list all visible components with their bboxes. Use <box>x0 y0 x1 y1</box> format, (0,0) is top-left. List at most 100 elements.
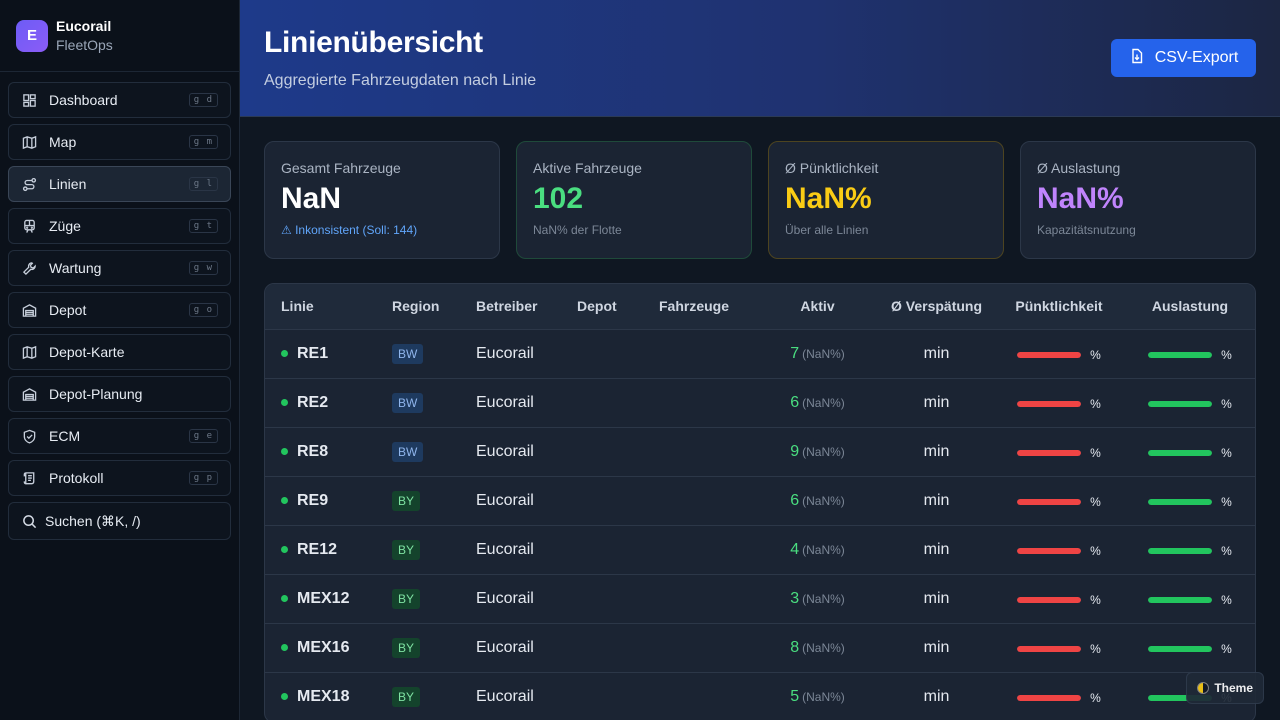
table-row[interactable]: MEX12 BY Eucorail 3 (NaN%) min%% <box>265 574 1255 624</box>
sidebar-item-dashboard[interactable]: Dashboard g d <box>8 82 231 118</box>
table-row[interactable]: MEX16 BY Eucorail 8 (NaN%) min%% <box>265 623 1255 673</box>
sidebar-item-wartung[interactable]: Wartung g w <box>8 250 231 286</box>
table-row[interactable]: RE12 BY Eucorail 4 (NaN%) min%% <box>265 525 1255 575</box>
utilization-value: % <box>1221 592 1232 607</box>
sidebar-item-label: Linien <box>49 176 87 192</box>
col-header-verspaetung[interactable]: Ø Verspätung <box>880 284 993 330</box>
punctuality-value: % <box>1090 690 1101 705</box>
wrench-icon <box>21 260 37 276</box>
utilization-bar <box>1148 351 1213 358</box>
sidebar-item-label: ECM <box>49 428 81 444</box>
status-dot <box>281 399 288 406</box>
page-subtitle: Aggregierte Fahrzeugdaten nach Linie <box>264 72 537 89</box>
keyboard-shortcut: g p <box>188 471 218 485</box>
region-badge: BY <box>392 588 421 609</box>
active-percent: (NaN%) <box>802 689 845 704</box>
sidebar-item-protokoll[interactable]: Protokoll g p <box>8 460 231 496</box>
delay-cell: min <box>880 574 993 624</box>
card-label: Gesamt Fahrzeuge <box>281 160 401 176</box>
main-content: Linienübersicht Aggregierte Fahrzeugdate… <box>240 0 1280 720</box>
sidebar: E Eucorail FleetOps Dashboard g d Map g m Li… <box>0 0 240 720</box>
table-row[interactable]: RE9 BY Eucorail 6 (NaN%) min%% <box>265 476 1255 526</box>
lines-table: Linie Region Betreiber Depot Fahrzeuge A… <box>264 283 1256 720</box>
punctuality-value: % <box>1090 347 1101 362</box>
page-header: Linienübersicht Aggregierte Fahrzeugdate… <box>240 0 1280 117</box>
depot-cell <box>577 672 659 720</box>
line-name: MEX18 <box>297 687 350 705</box>
vehicles-cell <box>659 525 755 575</box>
status-dot <box>281 448 288 455</box>
col-header-aktiv[interactable]: Aktiv <box>755 284 880 330</box>
sidebar-item-label: Depot-Karte <box>49 344 125 360</box>
line-name: RE2 <box>297 393 329 411</box>
map-icon <box>21 134 37 150</box>
search-button[interactable]: Suchen (⌘K, /) <box>8 502 231 540</box>
line-name: RE9 <box>297 491 329 509</box>
active-percent: (NaN%) <box>802 542 845 557</box>
depot-cell <box>577 329 659 379</box>
utilization-value: % <box>1221 641 1232 656</box>
sidebar-item-depot[interactable]: Depot g o <box>8 292 231 328</box>
card-note: NaN% der Flotte <box>533 223 622 237</box>
card-total-vehicles: Gesamt Fahrzeuge NaN ⚠ Inkonsistent (Sol… <box>264 141 500 259</box>
sidebar-item-linien[interactable]: Linien g l <box>8 166 231 202</box>
active-count: 5 <box>790 687 800 705</box>
utilization-value: % <box>1221 396 1232 411</box>
vehicles-cell <box>659 476 755 526</box>
card-label: Aktive Fahrzeuge <box>533 160 642 176</box>
card-value: 102 <box>533 182 584 215</box>
depot-cell <box>577 378 659 428</box>
sidebar-item-ecm[interactable]: ECM g e <box>8 418 231 454</box>
active-count: 6 <box>790 393 800 411</box>
sidebar-item-label: Wartung <box>49 260 102 276</box>
col-header-linie[interactable]: Linie <box>265 284 392 330</box>
app-logo: E <box>16 19 48 52</box>
sidebar-item-depot-karte[interactable]: Depot-Karte <box>8 334 231 370</box>
depot-cell <box>577 427 659 477</box>
card-warning: ⚠ Inkonsistent (Soll: 144) <box>281 223 418 237</box>
csv-export-button[interactable]: CSV-Export <box>1111 39 1256 77</box>
sidebar-item-map[interactable]: Map g m <box>8 124 231 160</box>
col-header-region[interactable]: Region <box>392 284 476 330</box>
punctuality-bar <box>1017 596 1082 603</box>
file-download-icon <box>1129 48 1145 69</box>
punctuality-value: % <box>1090 396 1101 411</box>
line-name: RE1 <box>297 344 329 362</box>
vehicles-cell <box>659 574 755 624</box>
region-badge: BW <box>392 441 424 462</box>
col-header-auslastung[interactable]: Auslastung <box>1125 284 1255 330</box>
table-row[interactable]: RE8 BW Eucorail 9 (NaN%) min%% <box>265 427 1255 477</box>
col-header-betreiber[interactable]: Betreiber <box>476 284 577 330</box>
region-badge: BW <box>392 392 424 413</box>
utilization-value: % <box>1221 445 1232 460</box>
keyboard-shortcut: g l <box>188 177 218 191</box>
card-note: Kapazitätsnutzung <box>1037 223 1136 237</box>
scroll-icon <box>21 470 37 486</box>
sidebar-item-zuege[interactable]: Züge g t <box>8 208 231 244</box>
region-badge: BY <box>392 637 421 658</box>
sidebar-item-label: Züge <box>49 218 81 234</box>
punctuality-bar <box>1017 694 1082 701</box>
depot-cell <box>577 623 659 673</box>
active-percent: (NaN%) <box>802 493 845 508</box>
operator-cell: Eucorail <box>476 476 577 526</box>
operator-cell: Eucorail <box>476 427 577 477</box>
delay-cell: min <box>880 525 993 575</box>
utilization-bar <box>1148 645 1213 652</box>
keyboard-shortcut: g e <box>188 429 218 443</box>
kpi-cards: Gesamt Fahrzeuge NaN ⚠ Inkonsistent (Sol… <box>240 117 1280 259</box>
depot-cell <box>577 574 659 624</box>
table-row[interactable]: MEX18BYEucorail5(NaN%)min%% <box>265 672 1255 720</box>
table-row[interactable]: RE1 BW Eucorail 7 (NaN%) min%% <box>265 329 1255 379</box>
operator-cell: Eucorail <box>476 378 577 428</box>
search-icon <box>21 513 37 529</box>
table-row[interactable]: RE2 BW Eucorail 6 (NaN%) min%% <box>265 378 1255 428</box>
status-dot <box>281 693 288 700</box>
theme-toggle-button[interactable]: Theme <box>1186 672 1264 704</box>
vehicles-cell <box>659 378 755 428</box>
sidebar-item-depot-planung[interactable]: Depot-Planung <box>8 376 231 412</box>
col-header-fahrzeuge[interactable]: Fahrzeuge <box>659 284 755 330</box>
col-header-depot[interactable]: Depot <box>577 284 659 330</box>
warehouse-icon <box>21 386 37 402</box>
col-header-puenktlichkeit[interactable]: Pünktlichkeit <box>993 284 1125 330</box>
